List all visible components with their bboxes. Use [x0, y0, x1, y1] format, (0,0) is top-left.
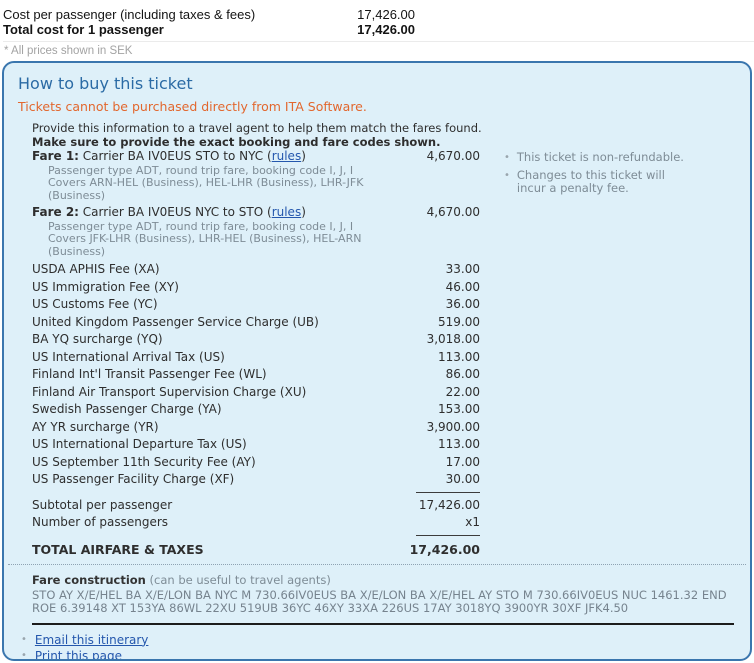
fare-construction-hint: (can be useful to travel agents): [146, 573, 331, 587]
subtotal-row: Subtotal per passenger17,426.00: [32, 497, 480, 515]
fee-row-yr: AY YR surcharge (YR)3,900.00: [32, 419, 480, 437]
total-cost-row: Total cost for 1 passenger 17,426.00: [3, 22, 415, 37]
fee-row-xu: Finland Air Transport Supervision Charge…: [32, 384, 480, 402]
fare-construction-section: Fare construction (can be useful to trav…: [32, 573, 738, 616]
fee-row-us-departure: US International Departure Tax (US)113.0…: [32, 436, 480, 454]
fare-2-rules-link[interactable]: rules: [272, 205, 302, 219]
fees-table: Fare 1: Carrier BA IV0EUS STO to NYC (ru…: [32, 149, 480, 559]
fee-row-yc: US Customs Fee (YC)36.00: [32, 296, 480, 314]
fare-2-description: Fare 2: Carrier BA IV0EUS NYC to STO (ru…: [32, 205, 400, 220]
cost-summary: Cost per passenger (including taxes & fe…: [0, 0, 754, 61]
fee-row-ya: Swedish Passenger Charge (YA)153.00: [32, 401, 480, 419]
fare-2-label: Fare 2:: [32, 205, 79, 219]
fare-1-description: Fare 1: Carrier BA IV0EUS STO to NYC (ru…: [32, 149, 400, 164]
grand-total-row: TOTAL AIRFARE & TAXES17,426.00: [32, 540, 480, 559]
how-to-buy-panel: How to buy this ticket Tickets cannot be…: [2, 61, 752, 661]
bullet-icon: •: [504, 151, 510, 165]
cost-per-passenger-value: 17,426.00: [295, 7, 415, 22]
email-itinerary-row: • Email this itinerary: [21, 632, 738, 649]
fare-breakdown-page: Cost per passenger (including taxes & fe…: [0, 0, 754, 661]
currency-note: * All prices shown in SEK: [3, 42, 754, 61]
fee-row-xf: US Passenger Facility Charge (XF)30.00: [32, 471, 480, 489]
cost-per-passenger-label: Cost per passenger (including taxes & fe…: [3, 7, 295, 22]
email-itinerary-link[interactable]: Email this itinerary: [35, 632, 149, 649]
fee-row-ub: United Kingdom Passenger Service Charge …: [32, 314, 480, 332]
print-page-link[interactable]: Print this page: [35, 648, 122, 661]
bullet-icon: •: [21, 632, 27, 649]
fee-row-xa: USDA APHIS Fee (XA)33.00: [32, 261, 480, 279]
fare-1-covers: Covers ARN-HEL (Business), HEL-LHR (Busi…: [48, 177, 420, 202]
fare-2-row: Fare 2: Carrier BA IV0EUS NYC to STO (ru…: [32, 205, 480, 220]
bullet-icon: •: [21, 648, 27, 661]
fare-2-close-paren: ): [301, 205, 306, 219]
ticket-notes: • This ticket is non-refundable. • Chang…: [504, 149, 714, 559]
fee-row-ay: US September 11th Security Fee (AY)17.00: [32, 454, 480, 472]
fare-2-details: Passenger type ADT, round trip fare, boo…: [48, 221, 420, 259]
total-cost-value: 17,426.00: [295, 22, 415, 37]
fare-1-value: 4,670.00: [400, 149, 480, 164]
fare-1-text: Carrier BA IV0EUS STO to NYC (: [79, 149, 272, 163]
fees-and-notes: Fare 1: Carrier BA IV0EUS STO to NYC (ru…: [32, 149, 738, 559]
total-cost-label: Total cost for 1 passenger: [3, 22, 295, 37]
fare-2-covers: Covers JFK-LHR (Business), LHR-HEL (Busi…: [48, 233, 420, 258]
fare-1-rules-link[interactable]: rules: [272, 149, 302, 163]
intro-line-1: Provide this information to a travel age…: [32, 122, 738, 136]
note-penalty-fee: • Changes to this ticket will incur a pe…: [504, 169, 714, 196]
fare-2-text: Carrier BA IV0EUS NYC to STO (: [79, 205, 272, 219]
bottom-divider: [32, 623, 734, 625]
fare-1-details: Passenger type ADT, round trip fare, boo…: [48, 165, 420, 203]
total-rule: [416, 535, 480, 536]
cost-per-passenger-row: Cost per passenger (including taxes & fe…: [3, 7, 415, 22]
footer-links: • Email this itinerary • Print this page: [21, 632, 738, 662]
fare-1-row: Fare 1: Carrier BA IV0EUS STO to NYC (ru…: [32, 149, 480, 164]
fare-construction-title: Fare construction: [32, 573, 146, 587]
print-page-row: • Print this page: [21, 648, 738, 661]
fees-subtotal-rule: [416, 492, 480, 493]
fee-row-yq: BA YQ surcharge (YQ)3,018.00: [32, 331, 480, 349]
fare-1-close-paren: ): [301, 149, 306, 163]
fee-row-xy: US Immigration Fee (XY)46.00: [32, 279, 480, 297]
panel-content: Provide this information to a travel age…: [32, 122, 738, 559]
fare-1-label: Fare 1:: [32, 149, 79, 163]
fare-2-value: 4,670.00: [400, 205, 480, 220]
intro-line-2: Make sure to provide the exact booking a…: [32, 136, 738, 150]
bullet-icon: •: [504, 169, 510, 196]
panel-title: How to buy this ticket: [18, 74, 738, 93]
fee-row-us-arrival: US International Arrival Tax (US)113.00: [32, 349, 480, 367]
fare-construction-code: STO AY X/E/HEL BA X/E/LON BA NYC M 730.6…: [32, 589, 732, 616]
dotted-divider: [8, 564, 746, 565]
fee-row-wl: Finland Int'l Transit Passenger Fee (WL)…: [32, 366, 480, 384]
note-non-refundable: • This ticket is non-refundable.: [504, 151, 714, 165]
purchase-warning: Tickets cannot be purchased directly fro…: [18, 100, 738, 114]
passengers-row: Number of passengersx1: [32, 514, 480, 532]
